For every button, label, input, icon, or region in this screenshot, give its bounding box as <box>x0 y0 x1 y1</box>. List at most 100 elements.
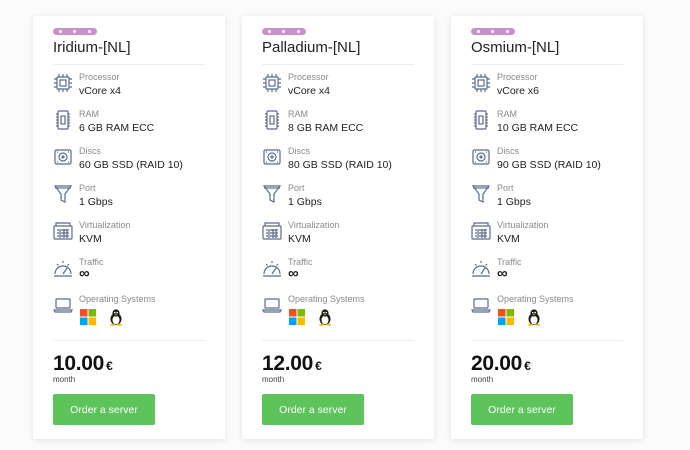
price-amount: 20.00 <box>471 352 523 375</box>
laptop-icon <box>53 295 73 315</box>
cpu-chip-icon <box>53 73 73 93</box>
spec-processor: Processor vCore x4 <box>262 72 422 106</box>
virtualization-server-icon <box>262 221 282 241</box>
plan-badge <box>471 28 515 35</box>
plan-badge <box>262 28 306 35</box>
windows-icon <box>288 308 306 326</box>
spec-label: Discs <box>79 146 101 156</box>
spec-port: Port 1 Gbps <box>53 183 213 217</box>
spec-value: KVM <box>79 233 102 245</box>
plan-title: Palladium-[NL] <box>262 39 361 56</box>
spec-value: ∞ <box>497 265 508 282</box>
spec-ram: RAM 8 GB RAM ECC <box>262 109 422 143</box>
laptop-icon <box>471 295 491 315</box>
spec-value: 90 GB SSD (RAID 10) <box>497 159 601 171</box>
spec-label: Virtualization <box>497 220 549 230</box>
funnel-port-icon <box>471 184 491 204</box>
spec-value: 8 GB RAM ECC <box>288 122 364 134</box>
order-server-button[interactable]: Order a server <box>53 394 155 425</box>
spec-value: vCore x4 <box>79 85 122 97</box>
spec-operating-systems: Operating Systems <box>262 294 422 334</box>
linux-tux-icon <box>107 308 125 326</box>
linux-tux-icon <box>316 308 334 326</box>
plan-card-iridium: Iridium-[NL] Processor vCore x4 RAM 6 GB… <box>33 16 225 439</box>
spec-discs: Discs 60 GB SSD (RAID 10) <box>53 146 213 180</box>
spec-ram: RAM 6 GB RAM ECC <box>53 109 213 143</box>
spec-label: Processor <box>79 72 120 82</box>
price-amount: 12.00 <box>262 352 314 375</box>
spec-value: KVM <box>288 233 311 245</box>
spec-value: 10 GB RAM ECC <box>497 122 579 134</box>
speed-gauge-icon <box>471 258 491 278</box>
spec-label: Virtualization <box>288 220 340 230</box>
cpu-chip-icon <box>262 73 282 93</box>
ram-module-icon <box>53 110 73 130</box>
spec-label: RAM <box>497 109 517 119</box>
spec-label: RAM <box>288 109 308 119</box>
ram-module-icon <box>471 110 491 130</box>
spec-ram: RAM 10 GB RAM ECC <box>471 109 631 143</box>
virtualization-server-icon <box>53 221 73 241</box>
spec-discs: Discs 80 GB SSD (RAID 10) <box>262 146 422 180</box>
spec-value: ∞ <box>288 265 299 282</box>
price-currency: € <box>524 359 531 373</box>
spec-traffic: Traffic ∞ <box>471 257 631 291</box>
price-period: month <box>262 375 285 384</box>
spec-value: ∞ <box>79 265 90 282</box>
spec-operating-systems: Operating Systems <box>471 294 631 334</box>
virtualization-server-icon <box>471 221 491 241</box>
spec-label: Port <box>79 183 96 193</box>
hard-disk-icon <box>471 147 491 167</box>
order-server-button[interactable]: Order a server <box>262 394 364 425</box>
spec-label: Operating Systems <box>288 294 365 304</box>
spec-traffic: Traffic ∞ <box>53 257 213 291</box>
spec-processor: Processor vCore x6 <box>471 72 631 106</box>
spec-label: Processor <box>497 72 538 82</box>
speed-gauge-icon <box>262 258 282 278</box>
hard-disk-icon <box>53 147 73 167</box>
divider <box>262 64 414 65</box>
spec-port: Port 1 Gbps <box>471 183 631 217</box>
windows-icon <box>497 308 515 326</box>
spec-label: Discs <box>288 146 310 156</box>
order-server-button[interactable]: Order a server <box>471 394 573 425</box>
laptop-icon <box>262 295 282 315</box>
spec-label: Processor <box>288 72 329 82</box>
spec-label: Discs <box>497 146 519 156</box>
price-period: month <box>471 375 494 384</box>
price: 10.00 € <box>53 352 113 376</box>
spec-value: 1 Gbps <box>79 196 113 208</box>
divider <box>471 340 623 341</box>
plan-title: Osmium-[NL] <box>471 39 560 56</box>
spec-label: Operating Systems <box>79 294 156 304</box>
spec-value: vCore x4 <box>288 85 331 97</box>
windows-icon <box>79 308 97 326</box>
hard-disk-icon <box>262 147 282 167</box>
spec-virtualization: Virtualization KVM <box>262 220 422 254</box>
funnel-port-icon <box>53 184 73 204</box>
spec-traffic: Traffic ∞ <box>262 257 422 291</box>
spec-operating-systems: Operating Systems <box>53 294 213 334</box>
spec-label: Port <box>288 183 305 193</box>
spec-value: 60 GB SSD (RAID 10) <box>79 159 183 171</box>
plan-card-osmium: Osmium-[NL] Processor vCore x6 RAM 10 GB… <box>451 16 643 439</box>
spec-value: 1 Gbps <box>288 196 322 208</box>
spec-processor: Processor vCore x4 <box>53 72 213 106</box>
divider <box>471 64 623 65</box>
linux-tux-icon <box>525 308 543 326</box>
spec-discs: Discs 90 GB SSD (RAID 10) <box>471 146 631 180</box>
price: 12.00 € <box>262 352 322 376</box>
cpu-chip-icon <box>471 73 491 93</box>
price: 20.00 € <box>471 352 531 376</box>
spec-value: vCore x6 <box>497 85 540 97</box>
divider <box>262 340 414 341</box>
spec-label: Virtualization <box>79 220 131 230</box>
ram-module-icon <box>262 110 282 130</box>
price-amount: 10.00 <box>53 352 105 375</box>
price-period: month <box>53 375 76 384</box>
plan-card-palladium: Palladium-[NL] Processor vCore x4 RAM 8 … <box>242 16 434 439</box>
plan-badge <box>53 28 97 35</box>
spec-label: RAM <box>79 109 99 119</box>
spec-value: 80 GB SSD (RAID 10) <box>288 159 392 171</box>
price-currency: € <box>315 359 322 373</box>
